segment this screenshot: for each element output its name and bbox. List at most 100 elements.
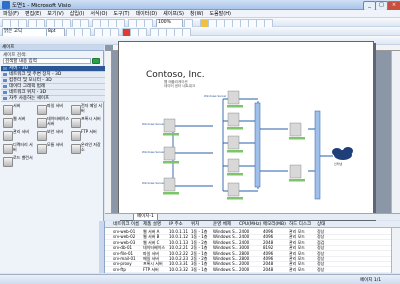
shape-mail-server[interactable]: 전자 메일 서버 [71,103,104,115]
table-cell[interactable]: 프록시 서버 [143,261,168,266]
shape-file-server[interactable]: 파일 서버 [37,103,70,115]
table-cell[interactable]: 2400 [239,240,262,245]
table-cell[interactable]: 2800 [239,256,262,261]
shape-load-balancer[interactable]: 로드 밸런서 [3,155,36,167]
table-cell[interactable]: 2동 - 1층 [191,245,212,250]
table-cell[interactable]: 4096 [263,229,288,234]
table-cell[interactable]: 관리 모드 [289,267,316,272]
table-cell[interactable]: srv-web-03 [113,240,142,245]
table-cell[interactable]: 관리 모드 [289,245,316,250]
table-cell[interactable]: 데이터베이스 [143,245,168,250]
table-cell[interactable]: 메일 서버 [143,256,168,261]
table-cell[interactable]: 4096 [263,256,288,261]
server-shape[interactable]: Windows Server [142,146,179,164]
col-header[interactable]: CPU(MHz) [239,221,261,228]
shape-search-input[interactable]: 검색할 내용 입력 [3,58,91,64]
table-cell[interactable]: 3000 [239,245,262,250]
server-shape[interactable]: Windows Server [142,177,179,195]
table-cell[interactable]: 2048 [263,261,288,266]
table-cell[interactable]: 3동 - 1층 [191,267,212,272]
col-header[interactable]: IP 주소 [169,221,183,228]
table-cell[interactable]: 10.0.2.22 [169,251,190,256]
table-cell[interactable]: srv-ftp [113,267,142,272]
table-cell[interactable]: Windows S... [213,256,238,261]
table-cell[interactable]: srv-db-01 [113,245,142,250]
table-cell[interactable]: 10.0.3.31 [169,261,190,266]
table-cell[interactable]: 2동 - 2층 [191,256,212,261]
visio-app-icon[interactable] [2,1,10,9]
table-cell[interactable]: srv-web-02 [113,234,142,239]
col-header[interactable]: 제품 설명 [143,221,161,228]
table-cell[interactable]: 4096 [263,251,288,256]
table-cell[interactable]: 10.0.3.32 [169,267,190,272]
col-header[interactable]: 상태 [317,221,325,228]
menu-data[interactable]: 데이터(D) [133,10,161,17]
table-cell[interactable]: srv-file-01 [113,251,142,256]
shape-server[interactable]: 서버 [3,103,36,115]
menu-insert[interactable]: 삽입(I) [67,10,88,17]
shape-ftp-server[interactable]: FTP 서버 [71,129,104,141]
table-cell[interactable]: Windows S... [213,245,238,250]
shape-web-server[interactable]: 웹 서버 [3,116,36,128]
server-shape[interactable] [289,164,305,182]
server-shape[interactable]: Windows Server [142,118,179,136]
menu-view[interactable]: 보기(V) [44,10,67,17]
table-cell[interactable]: 관리 모드 [289,240,316,245]
table-cell[interactable]: 2800 [239,251,262,256]
table-cell[interactable]: 웹 서버 C [143,240,168,245]
table-cell[interactable]: 3동 - 1층 [191,261,212,266]
table-cell[interactable]: 정상 [317,261,337,266]
table-cell[interactable]: 웹 서버 A [143,229,168,234]
table-cell[interactable]: 점검 [317,240,337,245]
menu-shape[interactable]: 셰이프(S) [160,10,187,17]
table-cell[interactable]: 관리 모드 [289,261,316,266]
table-cell[interactable]: 4096 [263,234,288,239]
shape-proxy-server[interactable]: 프록시 서버 [71,116,104,128]
menu-edit[interactable]: 편집(E) [22,10,44,17]
table-cell[interactable]: 10.0.1.11 [169,229,190,234]
table-cell[interactable]: Windows S... [213,267,238,272]
table-cell[interactable]: Windows S... [213,229,238,234]
col-header[interactable]: 네트워크 이름 [113,221,139,228]
table-cell[interactable]: Windows S... [213,234,238,239]
table-cell[interactable]: Windows S... [213,251,238,256]
shape-directory-server[interactable]: 디렉터리 서버 [3,142,36,154]
network-backbone-1[interactable] [254,102,261,188]
table-cell[interactable]: Windows S... [213,240,238,245]
table-cell[interactable]: FTP 서버 [143,267,168,272]
server-shape[interactable] [227,135,243,153]
network-diagram[interactable]: Contoso, Inc. 웹 애플리케이션 데이터 센터 네트워크 Windo… [118,41,374,219]
table-cell[interactable]: 정상 [317,251,337,256]
table-cell[interactable]: 웹 서버 B [143,234,168,239]
shape-security-server[interactable]: 보안 서버 [37,129,70,141]
col-header[interactable]: 메모리(MB) [263,221,286,228]
table-cell[interactable]: srv-mail-01 [113,256,142,261]
table-cell[interactable]: 10.0.1.12 [169,234,190,239]
shape-module-server[interactable]: 모듈 서버 [37,142,70,154]
menu-window[interactable]: 창(W) [187,10,206,17]
network-backbone-2[interactable] [314,110,321,200]
table-cell[interactable]: srv-web-01 [113,229,142,234]
stencil-favorites[interactable]: 자주 사용하는 셰이프 [1,96,111,102]
table-cell[interactable]: Windows S... [213,261,238,266]
col-header[interactable]: 운영 체제 [213,221,231,228]
table-cell[interactable]: 2400 [239,229,262,234]
cloud-icon[interactable]: 인터넷 [332,147,353,166]
canvas-vertical-scrollbar[interactable] [391,51,400,213]
table-cell[interactable]: 정상 [317,245,337,250]
page-tab[interactable]: 페이지-1 [133,214,158,221]
search-go-button[interactable] [92,58,100,64]
table-cell[interactable]: 2000 [239,261,262,266]
table-cell[interactable]: 8192 [263,245,288,250]
table-row[interactable]: srv-ftp FTP 서버 10.0.3.32 3동 - 1층 Windows S..… [105,267,400,273]
table-cell[interactable]: 2000 [239,267,262,272]
table-cell[interactable]: 관리 모드 [289,256,316,261]
table-cell[interactable]: 정상 [317,256,337,261]
server-shape[interactable] [227,158,243,176]
shape-online-storage[interactable]: 온라인 저장소 [71,142,104,154]
menu-file[interactable]: 파일(F) [0,10,22,17]
table-cell[interactable]: 정상 [317,234,337,239]
menu-help[interactable]: 도움말(H) [206,10,233,17]
shape-database-server[interactable]: 데이터베이스 서버 [37,116,70,128]
table-cell[interactable]: srv-proxy [113,261,142,266]
